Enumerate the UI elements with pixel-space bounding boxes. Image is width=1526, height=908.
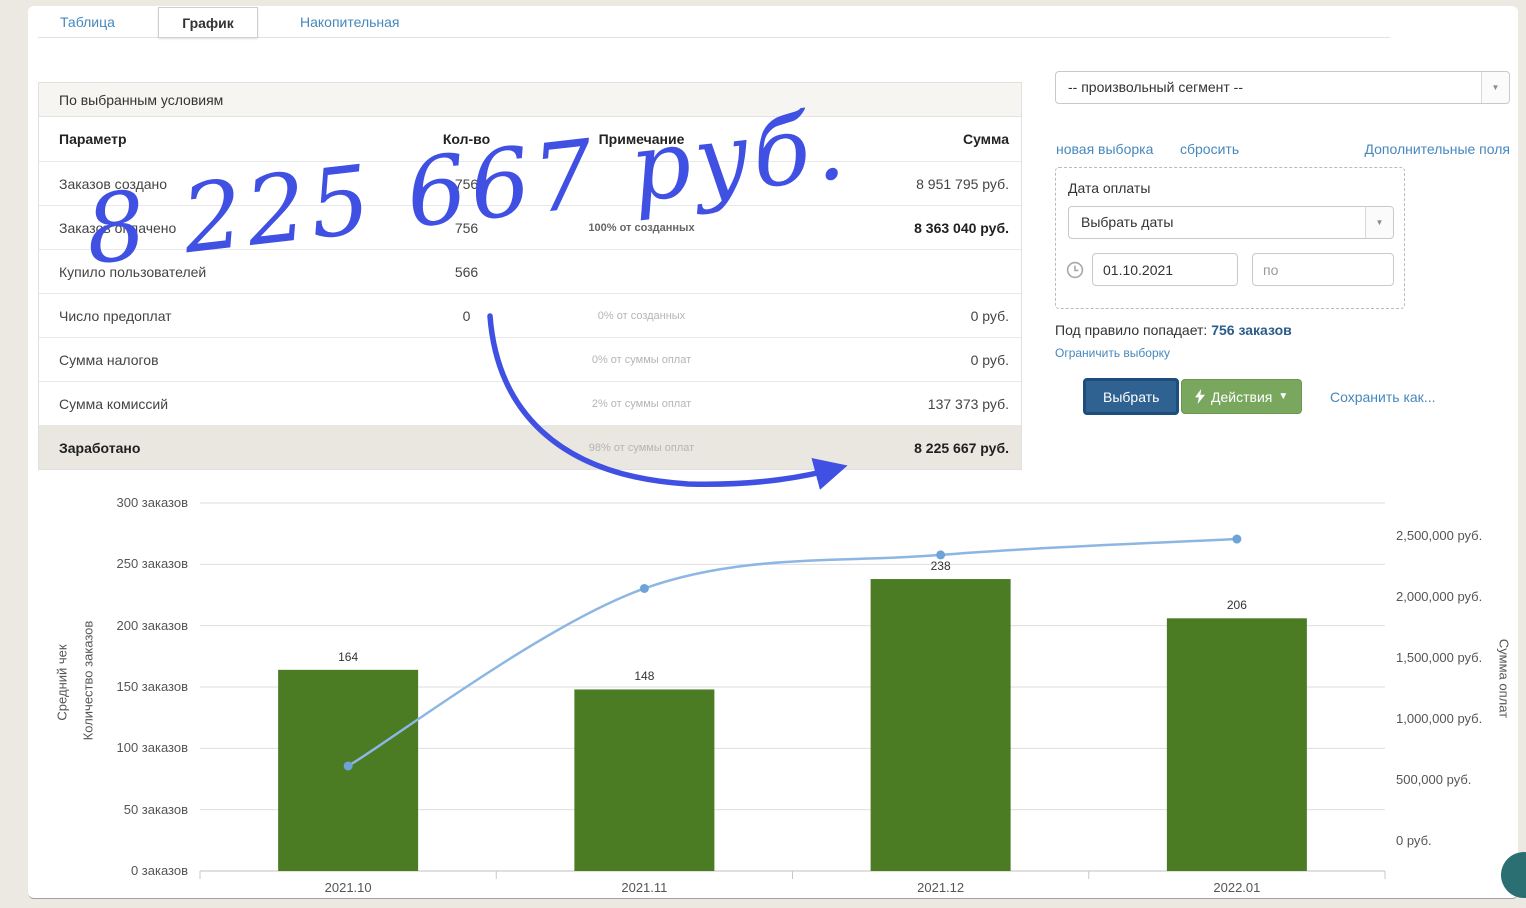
payment-date-label: Дата оплаты <box>1068 180 1150 196</box>
row-sum: 137 373 руб. <box>739 396 1009 412</box>
row-note: 0% от суммы оплат <box>544 354 739 366</box>
table-row: Заработано 98% от суммы оплат8 225 667 ру… <box>39 425 1021 469</box>
save-as-link[interactable]: Сохранить как... <box>1330 389 1435 405</box>
reset-link[interactable]: сбросить <box>1180 141 1239 157</box>
tab-table[interactable]: Таблица <box>60 14 115 30</box>
row-param: Сумма комиссий <box>39 396 389 412</box>
new-selection-link[interactable]: новая выборка <box>1056 141 1153 157</box>
row-sum: 0 руб. <box>739 308 1009 324</box>
row-sum: 8 951 795 руб. <box>739 176 1009 192</box>
additional-fields-link[interactable]: Дополнительные поля <box>1364 141 1510 157</box>
rule-match-text: Под правило попадает: 756 заказов <box>1055 322 1292 338</box>
row-note: 0% от созданных <box>544 310 739 322</box>
summary-table-header: Параметр Кол-во Примечание Сумма <box>39 117 1021 161</box>
column-header-sum: Сумма <box>739 131 1009 147</box>
rule-match-label: Под правило попадает: <box>1055 322 1207 338</box>
column-header-note: Примечание <box>544 131 739 147</box>
row-count: 756 <box>389 176 544 192</box>
lightning-icon <box>1195 389 1205 404</box>
row-param: Число предоплат <box>39 308 389 324</box>
table-row: Заказов создано756 8 951 795 руб. <box>39 161 1021 205</box>
chevron-down-icon: ▼ <box>1365 207 1393 238</box>
row-sum: 8 225 667 руб. <box>739 440 1009 456</box>
summary-table: По выбранным условиям Параметр Кол-во Пр… <box>38 82 1022 470</box>
segment-select[interactable]: -- произвольный сегмент -- ▼ <box>1055 71 1510 104</box>
row-note: 98% от суммы оплат <box>544 442 739 454</box>
tab-cumulative[interactable]: Накопительная <box>300 14 400 30</box>
row-param: Заработано <box>39 440 389 456</box>
table-row: Число предоплат00% от созданных0 руб. <box>39 293 1021 337</box>
payment-date-filter-box: Дата оплаты Выбрать даты ▼ <box>1055 167 1405 309</box>
row-param: Сумма налогов <box>39 352 389 368</box>
column-header-param: Параметр <box>39 131 389 147</box>
row-count: 756 <box>389 220 544 236</box>
date-from-input[interactable] <box>1092 253 1238 286</box>
select-button[interactable]: Выбрать <box>1083 378 1179 415</box>
row-param: Купило пользователей <box>39 264 389 280</box>
chevron-down-icon: ▼ <box>1481 72 1509 103</box>
limit-selection-link[interactable]: Ограничить выборку <box>1055 346 1170 360</box>
table-row: Заказов оплачено756100% от созданных8 36… <box>39 205 1021 249</box>
row-note: 100% от созданных <box>544 222 739 234</box>
column-header-count: Кол-во <box>389 131 544 147</box>
row-param: Заказов оплачено <box>39 220 389 236</box>
row-param: Заказов создано <box>39 176 389 192</box>
clock-icon <box>1066 261 1084 279</box>
app: Таблица График Накопительная 0 заказов50… <box>0 0 1526 908</box>
row-count: 566 <box>389 264 544 280</box>
table-row: Купило пользователей566 <box>39 249 1021 293</box>
row-sum: 0 руб. <box>739 352 1009 368</box>
actions-button-label: Действия <box>1211 389 1272 405</box>
table-row: Сумма комиссий 2% от суммы оплат137 373 р… <box>39 381 1021 425</box>
row-sum: 8 363 040 руб. <box>739 220 1009 236</box>
rule-match-count: 756 заказов <box>1211 322 1292 338</box>
actions-button[interactable]: Действия ▼ <box>1181 379 1302 414</box>
table-row: Сумма налогов 0% от суммы оплат0 руб. <box>39 337 1021 381</box>
date-range-select-value: Выбрать даты <box>1081 207 1359 238</box>
segment-select-value: -- произвольный сегмент -- <box>1068 72 1475 103</box>
date-range-select[interactable]: Выбрать даты ▼ <box>1068 206 1394 239</box>
date-to-input[interactable] <box>1252 253 1394 286</box>
row-count: 0 <box>389 308 544 324</box>
row-note: 2% от суммы оплат <box>544 398 739 410</box>
tab-chart[interactable]: График <box>158 7 258 38</box>
chevron-down-icon: ▼ <box>1278 391 1288 402</box>
summary-table-rows: Заказов создано7568 951 795 руб.Заказов … <box>39 161 1021 469</box>
summary-table-title: По выбранным условиям <box>39 83 1021 117</box>
